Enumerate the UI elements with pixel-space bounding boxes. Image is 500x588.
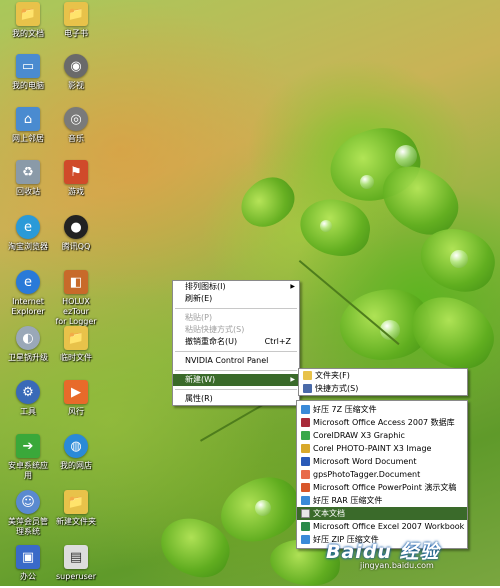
holux-icon: ◧ [64,270,88,294]
funshion-icon: ▶ [64,380,88,404]
water-drop [360,175,374,189]
watermark-logo: Baidu 经验 [326,541,440,563]
haozip-7z-icon [301,405,310,414]
submenu-item-folder[interactable]: 文件夹(F) [299,369,467,382]
ie-icon: e [16,270,40,294]
menu-item-undo-rename[interactable]: 撤销重命名(U) Ctrl+Z [173,336,299,348]
globe-icon: ◍ [64,434,88,458]
desktop-icon-funshion[interactable]: ▶ 风行 [48,380,104,417]
haozip-zip-icon [301,535,310,544]
qq-penguin-icon: ● [64,215,88,239]
watermark-url: jingyan.baidu.com [360,561,434,570]
leaf-shape [295,194,375,261]
gps-document-icon [301,470,310,479]
desktop-icon-my-shop[interactable]: ◍ 我的网店 [48,434,104,471]
desktop-icon-music[interactable]: ◎ 音乐 [48,107,104,144]
folder-icon: 📁 [64,326,88,350]
menu-separator [175,370,297,371]
document-icon: ▤ [64,545,88,569]
menu-item-paste-shortcut[interactable]: 粘贴快捷方式(S) [173,324,299,336]
powerpoint-icon [301,483,310,492]
excel-icon [301,522,310,531]
desktop-icon-new-folder[interactable]: 📁 新建文件夹 [48,490,104,527]
folder-icon: 📁 [64,2,88,26]
game-flag-icon: ⚑ [64,160,88,184]
text-document-icon [301,509,310,518]
menu-item-paste[interactable]: 粘贴(P) [173,312,299,324]
baidu-jingyan-watermark: Baidu 经验 jingyan.baidu.com [320,535,495,579]
desktop-icon-games[interactable]: ⚑ 游戏 [48,160,104,197]
office-icon: ▣ [16,545,40,569]
desktop-icon-temp-files[interactable]: 📁 临时文件 [48,326,104,363]
water-drop [395,145,417,167]
water-drop [320,220,332,232]
submenu-arrow-icon: ▶ [290,283,295,290]
dvd-icon: ◉ [64,54,88,78]
photopaint-icon [301,444,310,453]
user-icon: ☺ [16,490,40,514]
leaf-shape [231,167,304,238]
menu-item-new[interactable]: 新建(W) ▶ [173,374,299,386]
recycle-bin-icon: ♻ [16,160,40,184]
desktop-icon-superuser[interactable]: ▤ superuser [48,545,104,582]
computer-icon: ▭ [16,54,40,78]
submenu-item-7z-archive[interactable]: 好压 7Z 压缩文件 [297,403,467,416]
menu-separator [175,308,297,309]
submenu-item-powerpoint-presentation[interactable]: Microsoft Office PowerPoint 演示文稿 [297,481,467,494]
tools-icon: ⚙ [16,380,40,404]
network-icon: ⌂ [16,107,40,131]
folder-icon [303,371,312,380]
menu-item-properties[interactable]: 属性(R) [173,393,299,405]
submenu-item-coreldraw-graphic[interactable]: CorelDRAW X3 Graphic [297,429,467,442]
desktop-context-menu: 排列图标(I) ▶ 刷新(E) 粘贴(P) 粘贴快捷方式(S) 撤销重命名(U)… [172,280,300,406]
cd-icon: ◎ [64,107,88,131]
water-drop [255,500,271,516]
menu-separator [175,389,297,390]
menu-separator [175,351,297,352]
submenu-arrow-icon: ▶ [290,376,295,383]
folder-documents-icon: 📁 [16,2,40,26]
desktop-icon-ebooks[interactable]: 📁 电子书 [48,2,104,39]
coreldraw-icon [301,431,310,440]
word-icon [301,457,310,466]
desktop-icon-video[interactable]: ◉ 影视 [48,54,104,91]
folder-icon: 📁 [64,490,88,514]
submenu-item-shortcut[interactable]: 快捷方式(S) [299,382,467,395]
new-submenu-top: 文件夹(F) 快捷方式(S) [298,368,468,396]
taobao-browser-icon: e [16,215,40,239]
satellite-icon: ◐ [16,326,40,350]
shortcut-label: Ctrl+Z [264,337,291,346]
new-submenu-file-types: 好压 7Z 压缩文件 Microsoft Office Access 2007 … [296,400,468,549]
desktop-icon-qq[interactable]: ● 腾讯QQ [48,215,104,252]
submenu-item-text-document[interactable]: 文本文档 [297,507,467,520]
submenu-item-gpsphototagger-document[interactable]: gpsPhotoTagger.Document [297,468,467,481]
water-drop [450,250,468,268]
submenu-item-access-database[interactable]: Microsoft Office Access 2007 数据库 [297,416,467,429]
submenu-item-excel-workbook[interactable]: Microsoft Office Excel 2007 Workbook [297,520,467,533]
shortcut-icon [303,384,312,393]
haozip-rar-icon [301,496,310,505]
desktop-icon-holux-eztour[interactable]: ◧ HOLUX ezTour for Logger [48,270,104,327]
menu-item-nvidia-control-panel[interactable]: NVIDIA Control Panel [173,355,299,367]
menu-item-arrange-icons[interactable]: 排列图标(I) ▶ [173,281,299,293]
access-icon [301,418,310,427]
green-arrow-icon: ➔ [16,434,40,458]
submenu-item-word-document[interactable]: Microsoft Word Document [297,455,467,468]
menu-item-refresh[interactable]: 刷新(E) [173,293,299,305]
submenu-item-photopaint-image[interactable]: Corel PHOTO-PAINT X3 Image [297,442,467,455]
submenu-item-rar-archive[interactable]: 好压 RAR 压缩文件 [297,494,467,507]
